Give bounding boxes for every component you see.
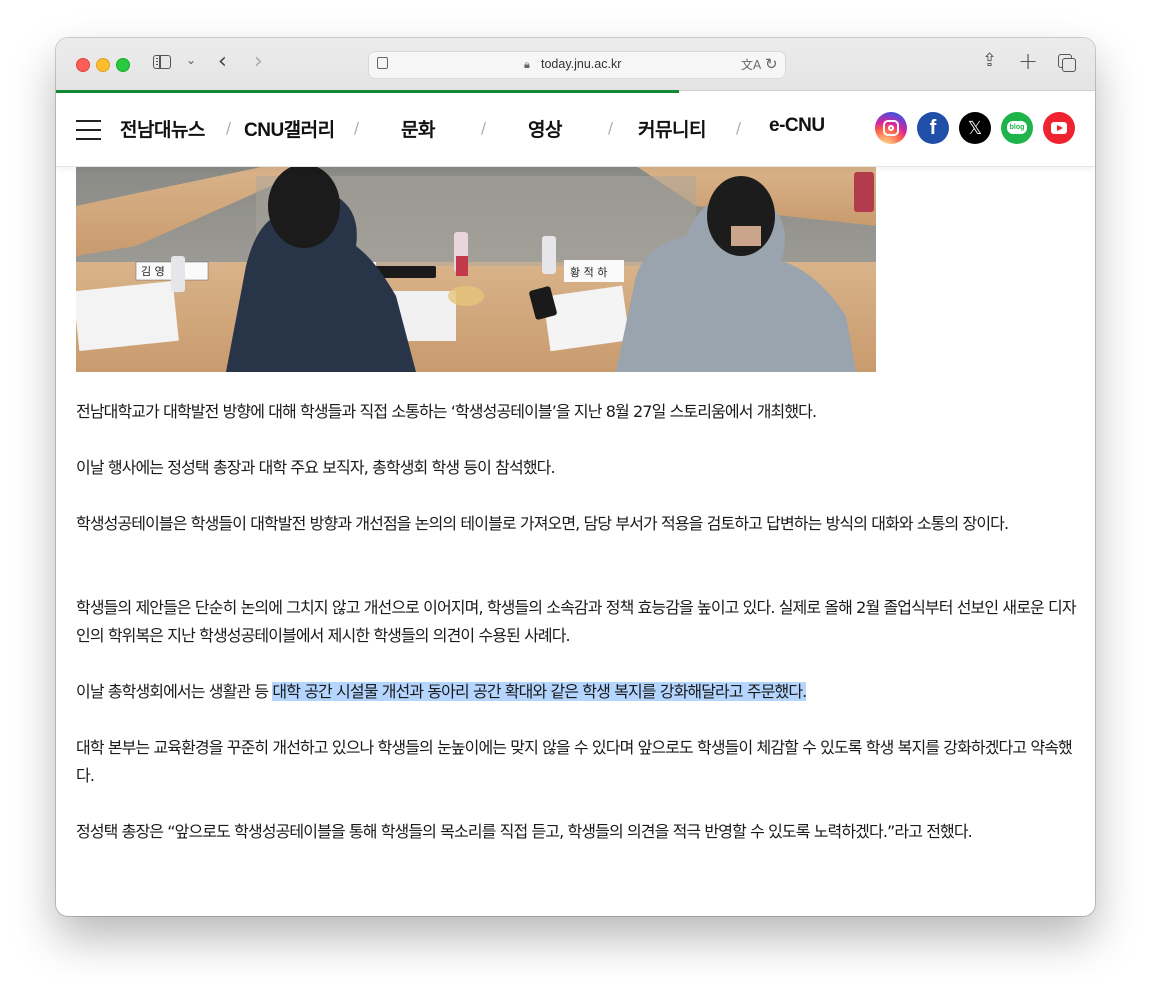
youtube-icon[interactable] — [1043, 112, 1075, 144]
back-arrow-icon[interactable]: ‹ — [218, 49, 227, 74]
blog-icon[interactable]: blog — [1001, 112, 1033, 144]
site-header: 전남대뉴스 / CNU갤러리 / 문화 / 영상 / 커뮤니티 / e-CNU … — [56, 93, 1095, 167]
article-paragraph: 정성택 총장은 “앞으로도 학생성공테이블을 통해 학생들의 목소리를 직접 듣… — [76, 822, 973, 841]
article-paragraph: 학생성공테이블은 학생들이 대학발전 방향과 개선점을 논의의 테이블로 가져오… — [76, 514, 1009, 533]
nav-item-video[interactable]: 영상 — [528, 115, 562, 142]
x-twitter-icon[interactable]: 𝕏 — [959, 112, 991, 144]
forward-arrow-icon[interactable]: › — [254, 49, 263, 74]
nav-item-jnu-news[interactable]: 전남대뉴스 — [120, 115, 205, 142]
sidebar-toggle-icon[interactable] — [153, 55, 171, 69]
lock-icon: 🔒︎ — [524, 58, 530, 71]
minimize-window-button[interactable] — [96, 58, 110, 72]
menu-icon[interactable] — [76, 120, 101, 141]
nav-item-culture[interactable]: 문화 — [401, 115, 435, 142]
name-card-text: 황 적 하 — [570, 265, 607, 279]
chevron-down-icon[interactable]: ⌄ — [186, 53, 196, 67]
browser-window: ⌄ ‹ › 🔒︎ today.jnu.ac.kr 文A ↻ ⇪ + 전남대뉴스 … — [56, 38, 1095, 916]
instagram-icon[interactable] — [875, 112, 907, 144]
selected-text-highlight[interactable]: 대학 공간 시설물 개선과 동아리 공간 확대와 같은 학생 복지를 강화해달라… — [272, 682, 807, 701]
nav-separator: / — [354, 119, 360, 137]
paragraph-text: 이날 총학생회에서는 생활관 등 — [76, 682, 273, 701]
nav-item-cnu-gallery[interactable]: CNU갤러리 — [244, 115, 335, 142]
share-icon[interactable]: ⇪ — [982, 50, 997, 71]
new-tab-icon[interactable]: + — [1018, 47, 1038, 75]
translate-icon[interactable]: 文A — [741, 56, 761, 73]
page-menu-icon[interactable] — [377, 57, 388, 69]
article-paragraph: 이날 행사에는 정성택 총장과 대학 주요 보직자, 총학생회 학생 등이 참석… — [76, 458, 556, 477]
reload-icon[interactable]: ↻ — [765, 55, 778, 73]
url-text: today.jnu.ac.kr — [541, 57, 622, 71]
article-content: 김 영 진 황 적 하 — [56, 166, 1095, 916]
zoom-window-button[interactable] — [116, 58, 130, 72]
address-bar[interactable]: 🔒︎ today.jnu.ac.kr 文A ↻ — [368, 51, 786, 79]
nav-separator: / — [481, 119, 487, 137]
article-paragraph: 전남대학교가 대학발전 방향에 대해 학생들과 직접 소통하는 ‘학생성공테이블… — [76, 402, 817, 421]
nav-item-community[interactable]: 커뮤니티 — [638, 115, 706, 142]
article-paragraph: 이날 총학생회에서는 생활관 등 대학 공간 시설물 개선과 동아리 공간 확대… — [76, 678, 1076, 706]
meeting-photo-illustration: 김 영 진 황 적 하 — [76, 166, 876, 372]
close-window-button[interactable] — [76, 58, 90, 72]
facebook-icon[interactable]: f — [917, 112, 949, 144]
name-card-text: 김 영 — [141, 265, 165, 278]
browser-toolbar: ⌄ ‹ › 🔒︎ today.jnu.ac.kr 文A ↻ ⇪ + — [56, 38, 1095, 91]
nav-separator: / — [608, 119, 614, 137]
article-photo: 김 영 진 황 적 하 — [76, 166, 876, 372]
nav-item-e-cnu[interactable]: e-CNU — [769, 115, 825, 137]
nav-separator: / — [736, 119, 742, 137]
article-paragraph: 학생들의 제안들은 단순히 논의에 그치지 않고 개선으로 이어지며, 학생들의… — [76, 598, 1077, 645]
tab-overview-icon[interactable] — [1058, 54, 1076, 72]
article-paragraph: 대학 본부는 교육환경을 꾸준히 개선하고 있으나 학생들의 눈높이에는 맞지 … — [76, 738, 1073, 785]
nav-separator: / — [226, 119, 232, 137]
